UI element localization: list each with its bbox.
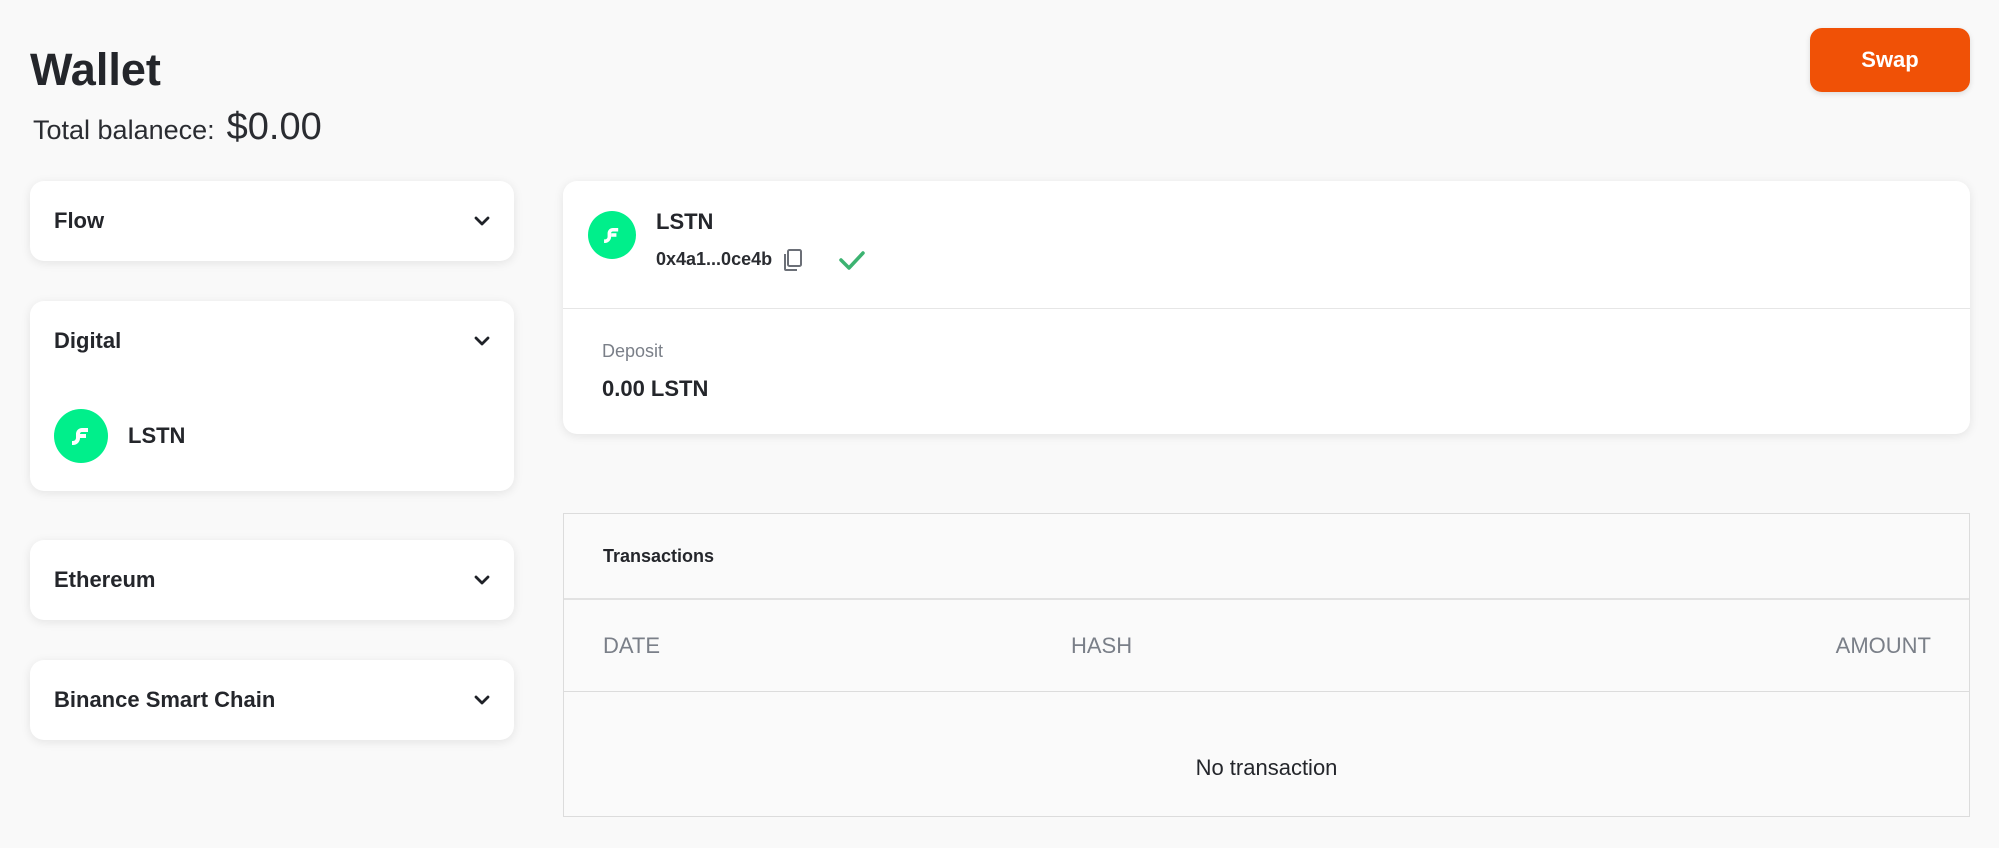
empty-state-text: No transaction [1195, 755, 1338, 780]
chain-header-flow[interactable]: Flow [30, 181, 514, 261]
swap-button[interactable]: Swap [1810, 28, 1970, 92]
transactions-header: Transactions [564, 514, 1969, 600]
chain-card-flow: Flow [30, 181, 514, 261]
chain-name: Binance Smart Chain [54, 687, 276, 712]
chain-header-binance-smart-chain[interactable]: Binance Smart Chain [30, 660, 514, 740]
column-header-date: DATE [603, 632, 661, 658]
chain-card-ethereum: Ethereum [30, 540, 514, 620]
chain-name: Flow [54, 208, 105, 233]
chain-card-binance-smart-chain: Binance Smart Chain [30, 660, 514, 740]
chain-name: Digital [54, 328, 122, 353]
transactions-table: Transactions DATE HASH AMOUNT No transac… [563, 513, 1970, 817]
check-icon [838, 247, 868, 273]
column-header-amount: AMOUNT [1835, 632, 1931, 658]
token-name: LSTN [128, 423, 186, 448]
flow-logo-icon [54, 409, 108, 463]
chain-header-ethereum[interactable]: Ethereum [30, 540, 514, 620]
token-item-lstn[interactable]: LSTN [30, 381, 514, 491]
deposit-value: 0.00 LSTN [602, 376, 709, 401]
chevron-down-icon[interactable] [472, 690, 492, 710]
token-detail-card: LSTN 0x4a1...0ce4b Deposit 0.00 LSTN [563, 181, 1970, 434]
balance-value: $0.00 [226, 106, 322, 148]
copy-icon[interactable] [782, 247, 808, 273]
balance-label: Total balanece: [33, 115, 215, 145]
page-title: Wallet [30, 44, 161, 95]
total-balance: Total balanece: $0.00 [33, 106, 322, 149]
chevron-down-icon[interactable] [472, 570, 492, 590]
empty-state: No transaction [564, 692, 1969, 816]
deposit-label: Deposit [602, 341, 664, 361]
chain-name: Ethereum [54, 567, 156, 592]
deposit-section: Deposit 0.00 LSTN [563, 309, 1970, 402]
transactions-title: Transactions [603, 545, 715, 566]
chevron-down-icon[interactable] [472, 331, 492, 351]
table-header-row: DATE HASH AMOUNT [564, 600, 1969, 692]
token-detail-header: LSTN 0x4a1...0ce4b [563, 181, 1970, 309]
wallet-address: 0x4a1...0ce4b [656, 249, 773, 269]
flow-logo-icon [588, 210, 636, 259]
chain-card-digital: Digital LSTN [30, 301, 514, 491]
token-symbol: LSTN [656, 208, 714, 234]
column-header-hash: HASH [1071, 632, 1133, 658]
chain-header-digital[interactable]: Digital [30, 301, 514, 381]
chevron-down-icon[interactable] [472, 211, 492, 231]
